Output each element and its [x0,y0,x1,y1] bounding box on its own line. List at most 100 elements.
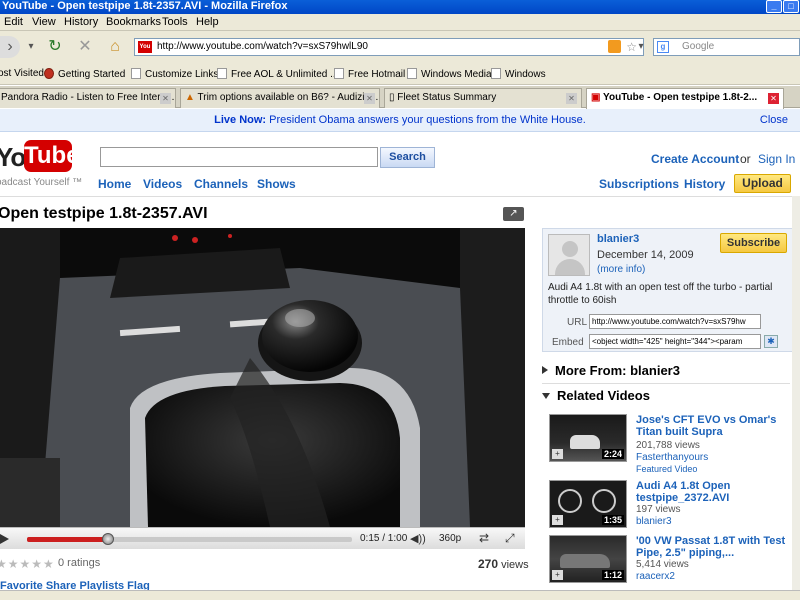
search-input[interactable] [100,147,378,167]
bookmark-free-hotmail[interactable]: Free Hotmail [334,68,405,80]
add-to-queue-icon: + [552,515,563,525]
video-player[interactable] [0,228,525,527]
close-tab-icon[interactable]: ✕ [768,93,779,104]
video-frame [0,228,525,527]
popout-icon[interactable]: ⇄ [479,531,489,545]
tab-audizine[interactable]: ▲ Trim options available on B6? - Audizi… [180,88,380,108]
rating-stars[interactable]: ★★★★★ [0,557,55,571]
avatar[interactable] [548,234,590,276]
create-account-link[interactable]: Create Account [651,152,739,166]
stop-icon[interactable]: ✕ [74,36,96,58]
related-video-item[interactable]: +1:35 Audi A4 1.8t Open testpipe_2372.AV… [547,480,787,532]
menu-tools[interactable]: Tools [162,16,188,28]
status-bar [0,590,800,600]
share-url-field[interactable]: http://www.youtube.com/watch?v=sxS79hw [589,314,761,329]
gauge-thumbnail-image [558,489,582,513]
nav-channels[interactable]: Channels [194,177,248,191]
video-thumbnail[interactable]: +1:12 [549,535,627,583]
related-video-author[interactable]: blanier3 [636,516,672,527]
related-video-title[interactable]: Audi A4 1.8t Open testpipe_2372.AVI [636,480,786,504]
close-tab-icon[interactable]: ✕ [364,93,375,104]
progress-handle[interactable] [102,533,115,545]
progress-fill [27,537,109,542]
play-icon[interactable] [0,534,9,544]
url-dropdown-icon[interactable]: ▾ [636,36,646,58]
nav-shows[interactable]: Shows [257,177,296,191]
progress-bar[interactable] [27,533,352,545]
subscribe-button[interactable]: Subscribe [720,233,787,253]
tab-bar: Pandora Radio - Listen to Free Intern...… [0,86,800,109]
time-readout: 0:15 / 1:00 [360,533,408,544]
home-icon[interactable]: ⌂ [104,36,126,58]
related-video-title[interactable]: '00 VW Passat 1.8T with Test Pipe, 2.5" … [636,535,786,559]
menu-view[interactable]: View [32,16,56,28]
player-controls: 0:15 / 1:00 ◀)) 360p ⇄ ⤢ [0,527,525,549]
close-tab-icon[interactable]: ✕ [566,93,577,104]
history-link[interactable]: History [684,177,725,191]
menu-bar: Edit View History Bookmarks Tools Help [0,14,800,31]
url-text: http://www.youtube.com/watch?v=sxS79hwlL… [157,41,368,52]
gear-icon[interactable]: ✱ [764,335,778,348]
video-thumbnail[interactable]: +2:24 [549,414,627,462]
youtube-favicon-icon: You [138,41,152,53]
search-button[interactable]: Search [380,147,435,168]
volume-icon[interactable]: ◀)) [410,532,426,545]
subscriptions-link[interactable]: Subscriptions [599,177,679,191]
related-video-author[interactable]: raacerx2 [636,571,675,582]
minimize-icon[interactable]: _ [766,0,782,13]
close-banner-link[interactable]: Close [760,109,788,132]
related-video-item[interactable]: +2:24 Jose's CFT EVO vs Omar's Titan bui… [547,414,787,474]
video-thumbnail[interactable]: +1:35 [549,480,627,528]
menu-bookmarks[interactable]: Bookmarks [106,16,161,28]
collapse-arrow-icon [542,393,550,399]
video-actions[interactable]: Favorite Share Playlists Flag [0,580,525,590]
car-thumbnail-image [570,435,600,449]
bookmark-getting-started[interactable]: Getting Started [44,68,125,80]
live-now-text[interactable]: President Obama answers your questions f… [269,114,586,126]
more-info-link[interactable]: (more info) [597,264,645,275]
menu-history[interactable]: History [64,16,98,28]
page-icon [407,68,417,79]
related-video-item[interactable]: +1:12 '00 VW Passat 1.8T with Test Pipe,… [547,535,787,587]
maximize-icon[interactable]: □ [783,0,799,13]
bookmark-most-visited[interactable]: ost Visited [0,68,44,79]
navigation-toolbar: › ▾ ↻ ✕ ⌂ You http://www.youtube.com/wat… [0,31,800,63]
reload-icon[interactable]: ↻ [44,36,66,58]
tab-pandora[interactable]: Pandora Radio - Listen to Free Intern...… [0,88,176,108]
bookmark-windows[interactable]: Windows [491,68,546,80]
firefox-icon [44,68,54,79]
fullscreen-icon[interactable]: ⤢ [505,531,515,546]
upload-button[interactable]: Upload [734,174,791,193]
quality-selector[interactable]: 360p [439,533,461,544]
youtube-logo[interactable]: You Tube [0,140,80,174]
related-video-author[interactable]: Fasterthanyours [636,452,708,463]
window-title-bar: YouTube - Open testpipe 1.8t-2357.AVI - … [0,0,800,14]
google-search-field[interactable]: g Google [653,38,800,56]
expand-icon[interactable]: ↗ [503,207,524,221]
back-icon[interactable]: › [0,36,20,58]
bookmark-free-aol[interactable]: Free AOL & Unlimited ... [217,68,338,80]
related-videos-section[interactable]: Related Videos [542,388,650,403]
bookmark-customize-links[interactable]: Customize Links [131,68,218,80]
bookmark-windows-media[interactable]: Windows Media [407,68,492,80]
page-icon [334,68,344,79]
tab-youtube[interactable]: ▣ YouTube - Open testpipe 1.8t-2... ✕ [586,88,784,109]
menu-edit[interactable]: Edit [4,16,23,28]
sign-in-link[interactable]: Sign In [758,152,795,166]
history-dropdown-icon[interactable]: ▾ [24,36,38,58]
close-tab-icon[interactable]: ✕ [160,93,171,104]
tab-fleet-status[interactable]: ▯ Fleet Status Summary ✕ [384,88,582,108]
page-icon [491,68,501,79]
nav-videos[interactable]: Videos [143,177,182,191]
menu-help[interactable]: Help [196,16,219,28]
page-icon [131,68,141,79]
page-scrollbar[interactable] [792,196,800,590]
url-bar[interactable]: You http://www.youtube.com/watch?v=sxS79… [134,38,644,56]
embed-code-field[interactable]: <object width="425" height="344"><param [589,334,761,349]
add-to-queue-icon: + [552,449,563,459]
uploader-name-link[interactable]: blanier3 [597,233,639,245]
nav-home[interactable]: Home [98,177,131,191]
related-video-title[interactable]: Jose's CFT EVO vs Omar's Titan built Sup… [636,414,786,438]
more-from-section[interactable]: More From: blanier3 [542,363,680,378]
rss-icon[interactable] [608,40,621,53]
